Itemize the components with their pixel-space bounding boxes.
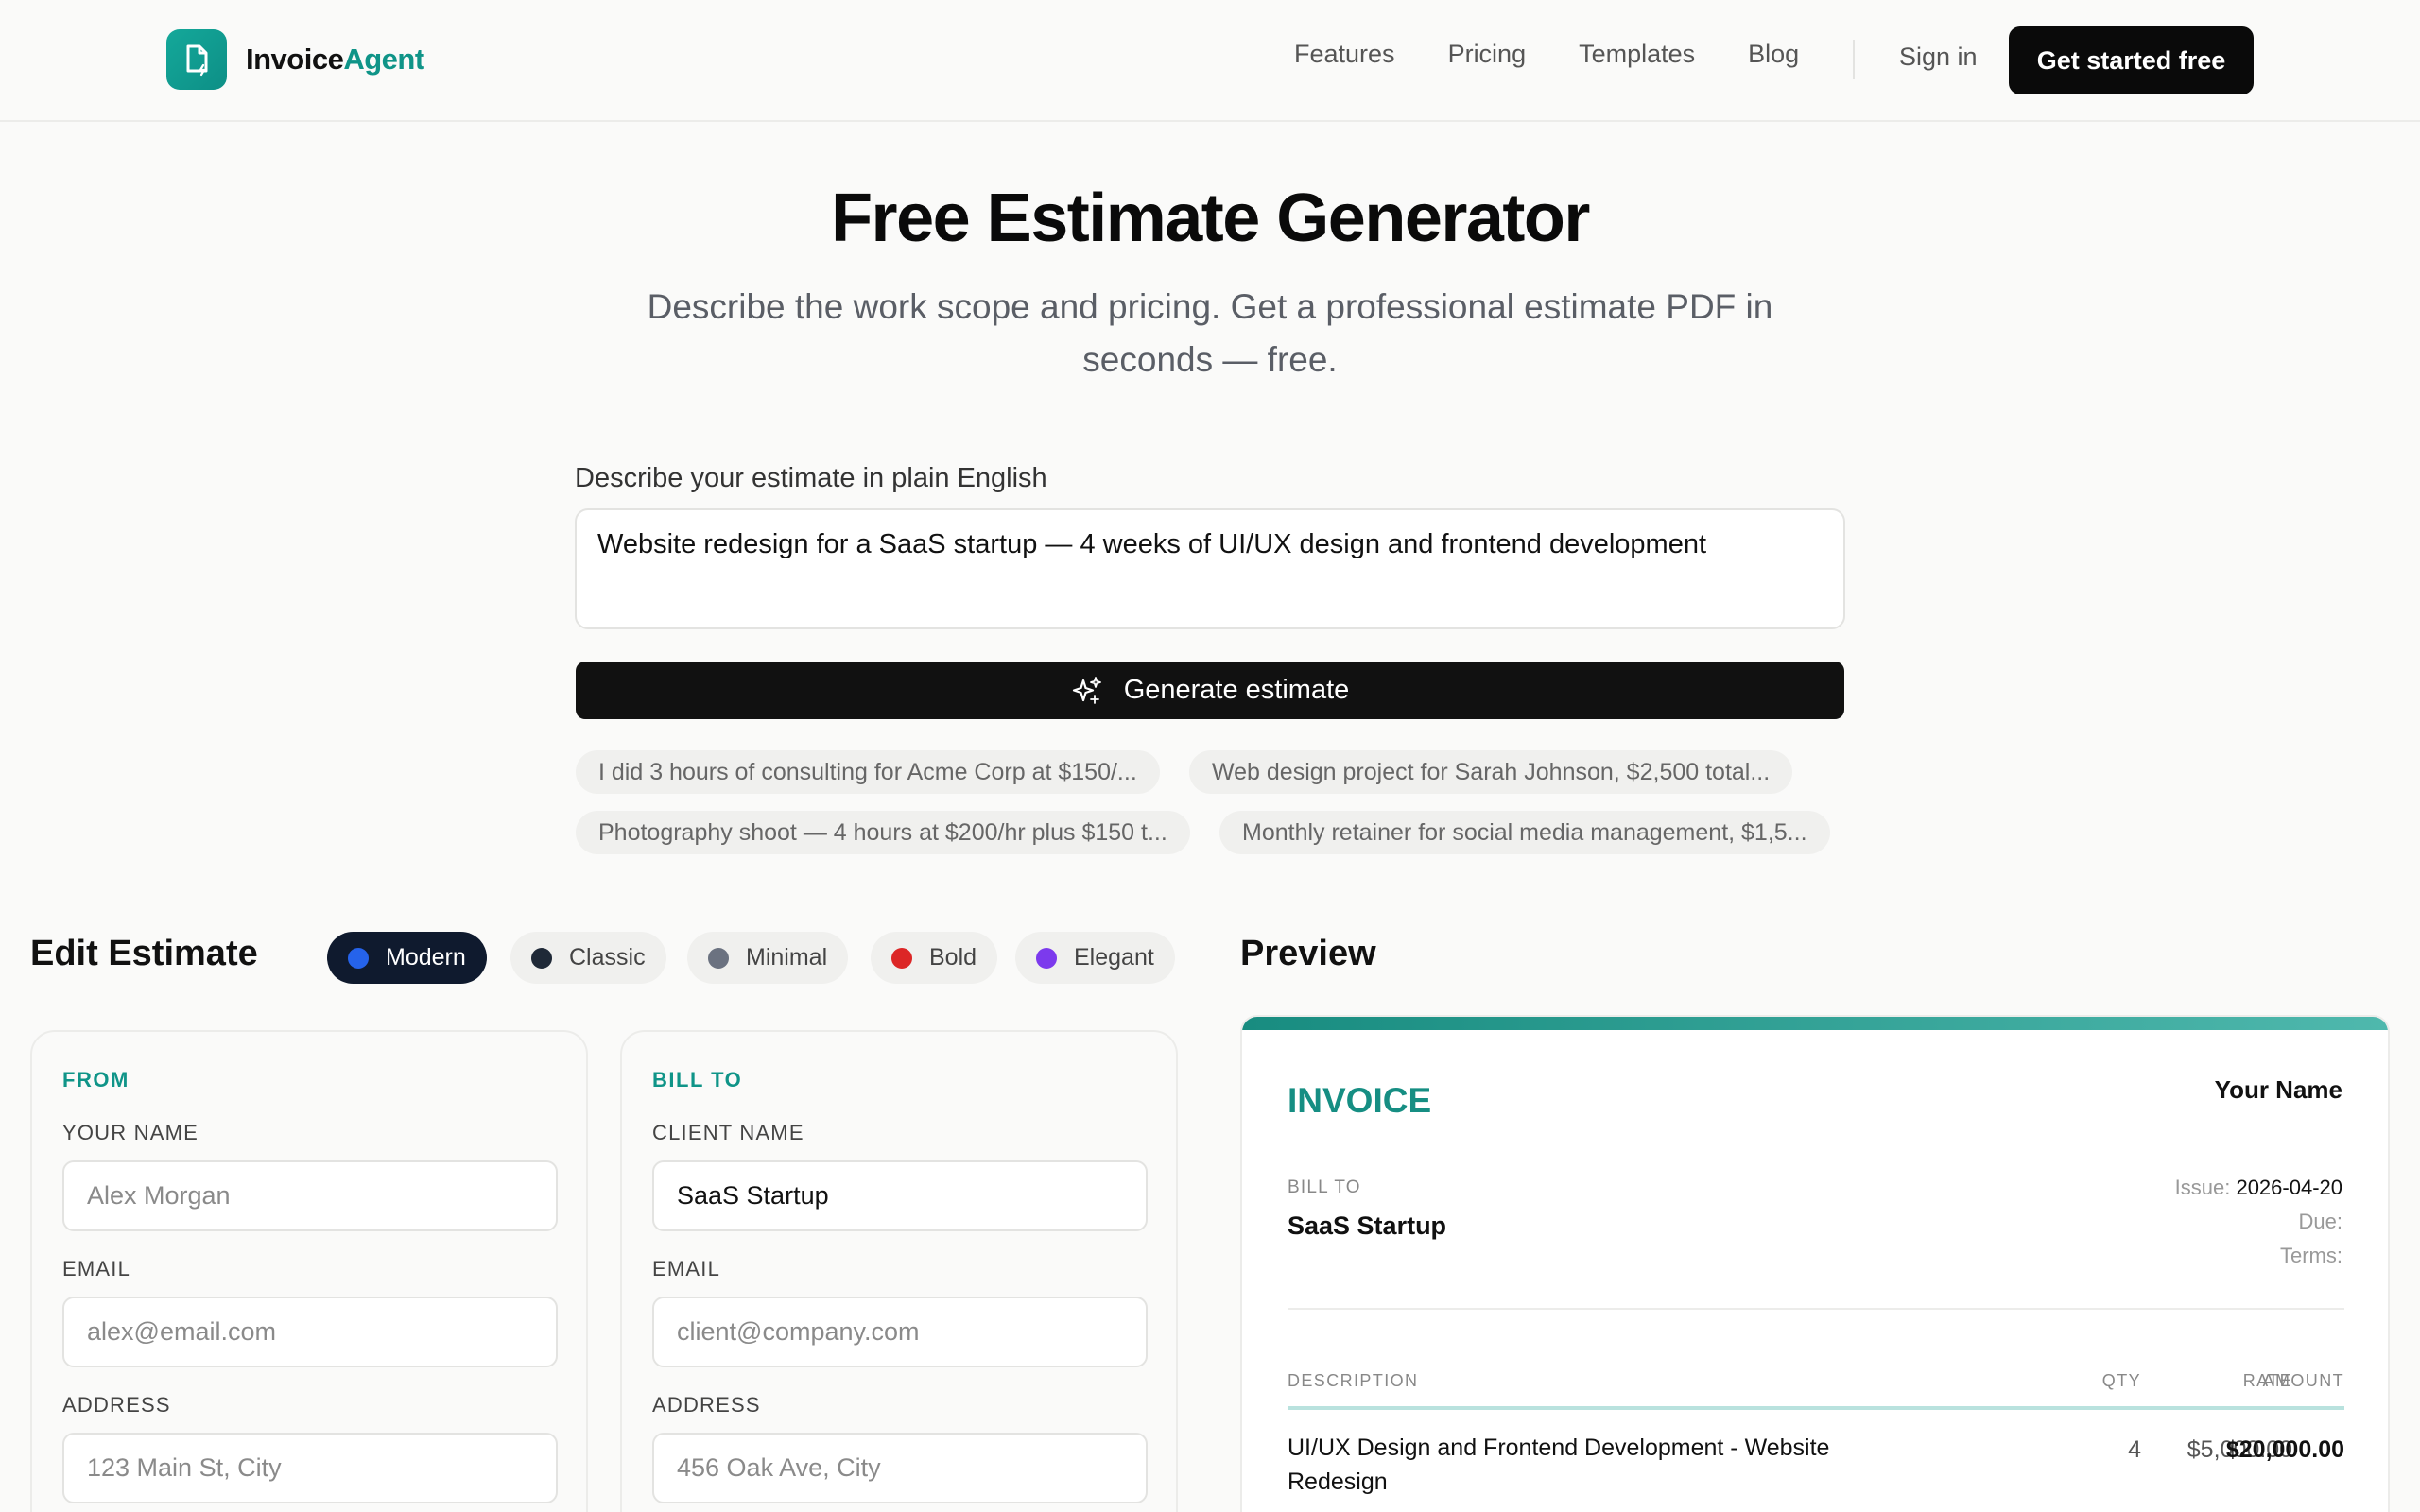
- invoice-sender-name: Your Name: [2214, 1075, 2342, 1104]
- color-dot-icon: [891, 947, 912, 969]
- client-email-input[interactable]: client@company.com: [652, 1297, 1148, 1367]
- edit-estimate-heading: Edit Estimate: [30, 934, 258, 973]
- nav-link-blog[interactable]: Blog: [1748, 40, 1799, 69]
- from-email-input[interactable]: alex@email.com: [62, 1297, 558, 1367]
- style-label: Modern: [386, 944, 466, 971]
- color-dot-icon: [531, 947, 552, 969]
- prompt-label: Describe your estimate in plain English: [575, 463, 1047, 493]
- generate-estimate-button[interactable]: Generate estimate: [576, 662, 1844, 719]
- style-pill-modern[interactable]: Modern: [327, 932, 487, 984]
- client-name-label: CLIENT NAME: [652, 1121, 804, 1144]
- sign-in-link[interactable]: Sign in: [1899, 43, 1978, 72]
- invoice-divider: [1288, 1308, 2344, 1310]
- bill-to-card: BILL TO CLIENT NAME SaaS Startup EMAIL c…: [620, 1030, 1178, 1512]
- style-label: Bold: [929, 944, 977, 971]
- nav-link-pricing[interactable]: Pricing: [1448, 40, 1527, 69]
- issue-date: 2026-04-20: [2236, 1176, 2342, 1199]
- example-chip-retainer[interactable]: Monthly retainer for social media manage…: [1219, 811, 1830, 854]
- col-amount: AMOUNT: [2262, 1371, 2344, 1390]
- client-address-input[interactable]: 456 Oak Ave, City: [652, 1433, 1148, 1503]
- invoice-bill-to-label: BILL TO: [1288, 1177, 1361, 1197]
- page-title: Free Estimate Generator: [831, 180, 1590, 256]
- example-chip-web-design[interactable]: Web design project for Sarah Johnson, $2…: [1189, 750, 1793, 794]
- invoice-preview: INVOICE Your Name BILL TO SaaS Startup I…: [1240, 1015, 2390, 1512]
- from-address-input[interactable]: 123 Main St, City: [62, 1433, 558, 1503]
- color-dot-icon: [348, 947, 369, 969]
- page-subtitle: Describe the work scope and pricing. Get…: [647, 287, 1773, 379]
- invoice-issue-row: Issue: 2026-04-20: [2175, 1176, 2342, 1200]
- top-navbar: InvoiceAgent Features Pricing Templates …: [0, 0, 2420, 122]
- client-address-label: ADDRESS: [652, 1393, 761, 1417]
- brand-logo[interactable]: InvoiceAgent: [166, 29, 424, 90]
- bill-to-heading: BILL TO: [652, 1068, 743, 1091]
- style-pill-classic[interactable]: Classic: [510, 932, 666, 984]
- from-email-label: EMAIL: [62, 1257, 131, 1280]
- invoice-due-label: Due:: [2298, 1210, 2342, 1233]
- document-icon: [166, 29, 227, 90]
- generate-estimate-label: Generate estimate: [1123, 675, 1350, 705]
- invoice-title: INVOICE: [1288, 1081, 1432, 1120]
- nav-links: Features Pricing Templates Blog: [1294, 40, 1852, 69]
- style-label: Classic: [569, 944, 646, 971]
- color-dot-icon: [708, 947, 729, 969]
- item-description: UI/UX Design and Frontend Development - …: [1288, 1435, 1830, 1495]
- preview-heading: Preview: [1240, 934, 1376, 973]
- issue-label: Issue:: [2174, 1176, 2231, 1199]
- style-label: Elegant: [1074, 944, 1154, 971]
- nav-link-templates[interactable]: Templates: [1579, 40, 1695, 69]
- from-address-label: ADDRESS: [62, 1393, 171, 1417]
- style-label: Minimal: [746, 944, 828, 971]
- from-heading: FROM: [62, 1068, 130, 1091]
- get-started-button[interactable]: Get started free: [2009, 26, 2254, 94]
- sparkles-icon: [1072, 676, 1101, 704]
- nav-divider: [1853, 40, 1855, 79]
- table-header-rule: [1288, 1406, 2344, 1410]
- prompt-textarea[interactable]: Website redesign for a SaaS startup — 4 …: [575, 508, 1845, 629]
- from-card: FROM YOUR NAME Alex Morgan EMAIL alex@em…: [30, 1030, 588, 1512]
- client-name-input[interactable]: SaaS Startup: [652, 1160, 1148, 1231]
- item-amount: $20,000.00: [2225, 1436, 2344, 1463]
- example-chip-consulting[interactable]: I did 3 hours of consulting for Acme Cor…: [576, 750, 1160, 794]
- invoice-terms-label: Terms:: [2280, 1244, 2342, 1267]
- client-email-label: EMAIL: [652, 1257, 721, 1280]
- color-dot-icon: [1036, 947, 1057, 969]
- invoice-accent-bar: [1242, 1017, 2388, 1030]
- style-pill-elegant[interactable]: Elegant: [1015, 932, 1175, 984]
- example-chip-photography[interactable]: Photography shoot — 4 hours at $200/hr p…: [576, 811, 1190, 854]
- invoice-client-name: SaaS Startup: [1288, 1211, 1447, 1240]
- style-pill-minimal[interactable]: Minimal: [687, 932, 849, 984]
- style-pill-bold[interactable]: Bold: [871, 932, 998, 984]
- your-name-label: YOUR NAME: [62, 1121, 199, 1144]
- brand-name: InvoiceAgent: [246, 43, 424, 76]
- nav-link-features[interactable]: Features: [1294, 40, 1395, 69]
- col-description: DESCRIPTION: [1288, 1371, 1419, 1390]
- your-name-input[interactable]: Alex Morgan: [62, 1160, 558, 1231]
